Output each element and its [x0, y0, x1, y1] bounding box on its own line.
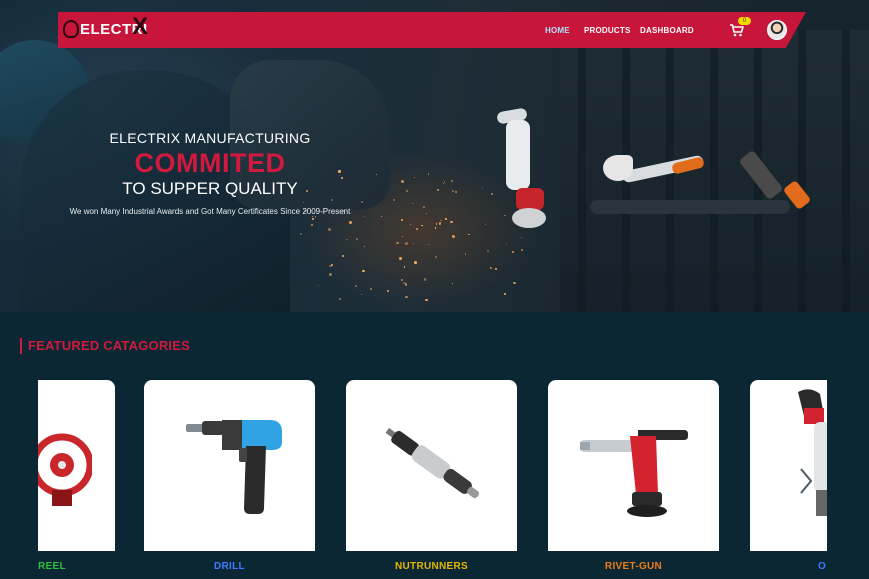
spark: [404, 241, 408, 245]
category-label: REEL: [38, 561, 66, 572]
spark: [454, 190, 457, 193]
spark: [452, 234, 456, 238]
spark: [434, 227, 436, 229]
spark: [396, 241, 399, 244]
spark: [521, 249, 523, 251]
nutrunner-image: [385, 427, 480, 499]
spark: [404, 283, 408, 286]
spark: [435, 223, 438, 225]
nav-products-link[interactable]: PRODUCTS: [584, 26, 631, 35]
spark: [484, 223, 486, 225]
spark: [427, 173, 430, 175]
cart-count-badge: 0: [738, 17, 751, 25]
rivet-gun-image: [580, 430, 688, 517]
category-card-nutrunners[interactable]: NUTRUNNERS: [346, 380, 517, 579]
spark: [346, 238, 348, 241]
spark: [349, 221, 352, 224]
category-carousel: REEL DRILL NUTRUNNERS RIVET-GUN O: [38, 380, 827, 579]
featured-heading: FEATURED CATAGORIES: [20, 338, 190, 354]
spark: [520, 236, 522, 238]
spark: [328, 273, 332, 276]
spark: [317, 284, 319, 286]
spark: [393, 199, 395, 201]
spark: [490, 193, 493, 195]
spark: [442, 182, 444, 185]
category-card-rivet-gun[interactable]: RIVET-GUN: [548, 380, 719, 579]
category-label: O: [818, 561, 827, 572]
spark: [314, 216, 317, 218]
spark: [440, 219, 442, 222]
spark: [423, 277, 427, 281]
user-avatar[interactable]: [767, 20, 787, 40]
category-card-partial[interactable]: O: [750, 380, 827, 579]
spark: [414, 261, 418, 264]
spark: [355, 237, 358, 240]
spark: [354, 284, 357, 287]
lightbulb-icon: [63, 20, 79, 38]
spark: [401, 179, 405, 183]
spark: [311, 217, 314, 220]
category-label: DRILL: [214, 561, 245, 572]
spark: [425, 298, 428, 301]
spark: [400, 278, 403, 281]
hero-subtitle: ELECTRIX MANUFACTURING: [109, 130, 311, 146]
page: ELECTRIX MANUFACTURING COMMITED TO SUPPE…: [0, 0, 869, 579]
spark: [505, 243, 507, 246]
hero-title: COMMITED: [134, 148, 286, 178]
spark: [327, 227, 331, 231]
nav-dashboard-link[interactable]: DASHBOARD: [640, 26, 694, 35]
spark: [445, 218, 447, 220]
spark: [495, 267, 498, 270]
spark: [376, 173, 378, 175]
hero-tagline: TO SUPPER QUALITY: [122, 179, 298, 198]
brand-logo[interactable]: ELECTRI X: [62, 13, 152, 42]
drill-image: [186, 420, 282, 514]
category-card-reel[interactable]: REEL: [38, 380, 115, 579]
spark: [409, 223, 411, 225]
floor-tool-image: [798, 389, 827, 516]
spark: [342, 255, 344, 257]
spark: [421, 224, 423, 227]
hero-caption: We won Many Industrial Awards and Got Ma…: [69, 207, 351, 216]
spark: [380, 215, 383, 217]
spark: [438, 222, 442, 225]
category-card-drill[interactable]: DRILL: [144, 380, 315, 579]
reel-image: [38, 433, 92, 506]
nav-home-link[interactable]: HOME: [545, 26, 570, 35]
spark: [503, 293, 506, 295]
logo-mark: X: [132, 13, 149, 40]
category-label: NUTRUNNERS: [395, 561, 468, 572]
spark: [490, 266, 493, 269]
spark: [434, 255, 437, 258]
hero-text-block: ELECTRIX MANUFACTURING COMMITED TO SUPPE…: [60, 130, 360, 216]
chevron-right-icon[interactable]: [797, 466, 815, 496]
category-label: RIVET-GUN: [604, 561, 663, 572]
